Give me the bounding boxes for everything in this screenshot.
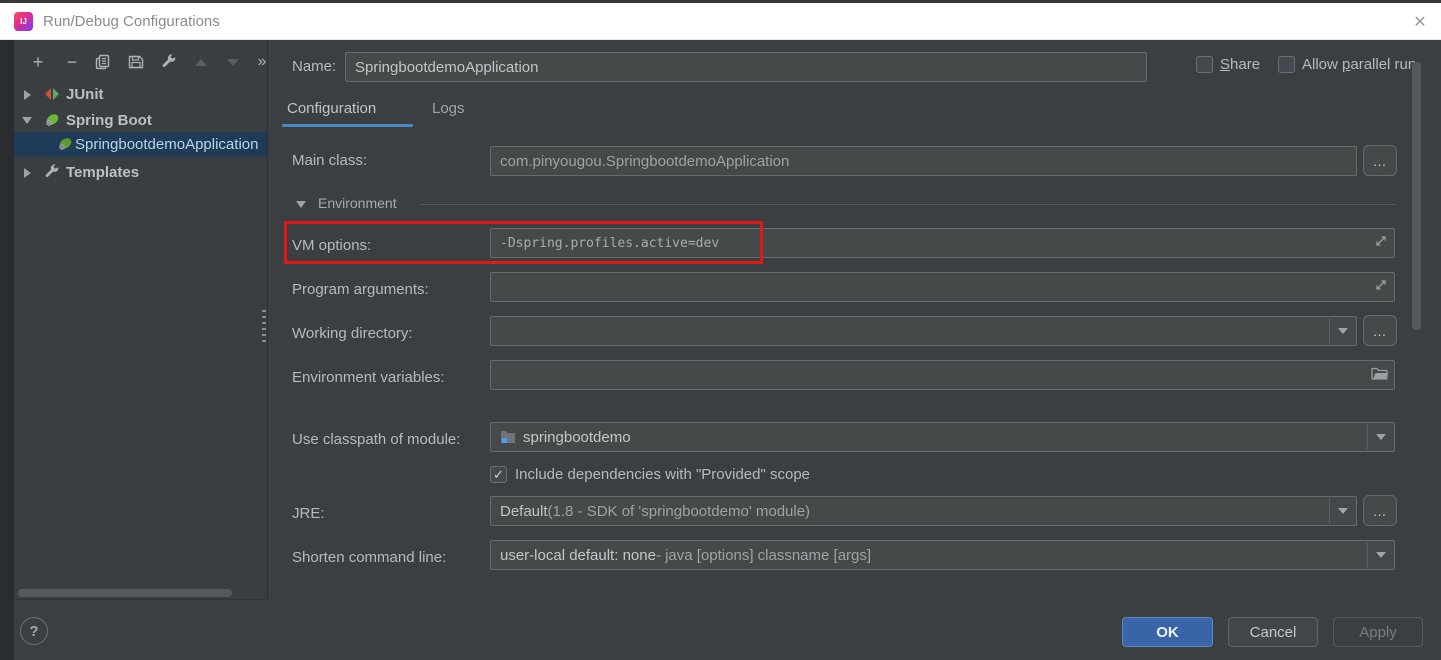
tree-item-junit[interactable]: JUnit	[14, 82, 268, 107]
tab-configuration[interactable]: Configuration	[287, 100, 376, 117]
form-vertical-scrollbar[interactable]	[1412, 62, 1421, 330]
main-class-label: Main class:	[292, 152, 367, 169]
classpath-module-label: Use classpath of module:	[292, 431, 460, 448]
close-icon[interactable]: ✕	[1409, 11, 1431, 33]
working-directory-combobox[interactable]	[490, 316, 1357, 346]
allow-parallel-run-checkbox-group[interactable]: Allow parallel run	[1278, 56, 1416, 73]
dropdown-arrow-icon[interactable]	[1329, 318, 1355, 344]
shorten-command-line-combobox[interactable]: user-local default: none - java [options…	[490, 540, 1395, 570]
allow-parallel-run-label: Allow parallel run	[1302, 56, 1416, 73]
active-tab-indicator	[282, 124, 413, 127]
allow-parallel-run-checkbox[interactable]	[1278, 56, 1295, 73]
environment-section-collapse-icon[interactable]	[296, 201, 306, 208]
panel-splitter-handle[interactable]	[262, 310, 266, 344]
configuration-editor-panel: Name: SpringbootdemoApplication Share Al…	[268, 40, 1441, 660]
dialog-body: + − » JUnit	[0, 40, 1441, 660]
cancel-button[interactable]: Cancel	[1228, 617, 1318, 647]
copy-configuration-icon[interactable]	[91, 50, 115, 74]
move-down-icon	[221, 50, 245, 74]
save-configuration-icon[interactable]	[124, 50, 148, 74]
collapse-icon[interactable]	[22, 117, 32, 124]
module-icon	[500, 430, 516, 444]
tree-item-springbootdemo-application[interactable]: SpringbootdemoApplication	[14, 132, 268, 157]
apply-button: Apply	[1333, 617, 1423, 647]
working-directory-browse-button[interactable]: …	[1363, 315, 1397, 346]
edit-templates-wrench-icon[interactable]	[157, 50, 181, 74]
provided-scope-label: Include dependencies with "Provided" sco…	[515, 466, 810, 483]
environment-section-divider	[420, 204, 1395, 205]
shorten-command-line-label: Shorten command line:	[292, 549, 446, 566]
intellij-logo-icon: IJ	[14, 12, 33, 31]
spring-boot-icon	[44, 112, 60, 133]
jre-browse-button[interactable]: …	[1363, 495, 1397, 526]
environment-variables-label: Environment variables:	[292, 369, 445, 386]
provided-scope-checkbox[interactable]: ✓	[490, 466, 507, 483]
tree-horizontal-scrollbar[interactable]	[18, 589, 232, 597]
tree-item-templates[interactable]: Templates	[14, 160, 268, 185]
more-actions-icon[interactable]: »	[250, 50, 268, 74]
share-label: Share	[1220, 56, 1260, 73]
move-up-icon	[189, 50, 213, 74]
junit-icon	[44, 86, 60, 107]
main-class-browse-button[interactable]: …	[1363, 145, 1397, 176]
classpath-module-combobox[interactable]: springbootdemo	[490, 422, 1395, 452]
tab-logs[interactable]: Logs	[432, 100, 465, 117]
working-directory-label: Working directory:	[292, 325, 413, 342]
window-title: Run/Debug Configurations	[43, 13, 220, 30]
wrench-icon	[44, 164, 60, 185]
expand-icon[interactable]	[24, 168, 31, 178]
dropdown-arrow-icon[interactable]	[1367, 542, 1393, 568]
dropdown-arrow-icon[interactable]	[1367, 424, 1393, 450]
program-arguments-input[interactable]	[490, 272, 1395, 302]
jre-combobox[interactable]: Default (1.8 - SDK of 'springbootdemo' m…	[490, 496, 1357, 526]
program-arguments-label: Program arguments:	[292, 281, 429, 298]
provided-scope-checkbox-group[interactable]: ✓ Include dependencies with "Provided" s…	[490, 466, 810, 483]
vm-options-label: VM options:	[292, 237, 371, 254]
help-button[interactable]: ?	[20, 617, 48, 645]
add-configuration-button[interactable]: +	[26, 50, 50, 74]
expand-icon[interactable]	[24, 90, 31, 100]
remove-configuration-button[interactable]: −	[60, 50, 84, 74]
share-checkbox[interactable]	[1196, 56, 1213, 73]
configurations-tree-panel: + − » JUnit	[14, 40, 268, 600]
main-class-input[interactable]: com.pinyougou.SpringbootdemoApplication	[490, 146, 1357, 176]
ok-button[interactable]: OK	[1122, 617, 1213, 647]
folder-browse-icon[interactable]	[1371, 366, 1388, 384]
run-debug-configurations-dialog: IJ Run/Debug Configurations ✕ + − »	[0, 0, 1441, 660]
environment-variables-input[interactable]	[490, 360, 1395, 390]
expand-field-icon[interactable]	[1374, 234, 1388, 252]
dropdown-arrow-icon[interactable]	[1329, 498, 1355, 524]
tree-item-spring-boot[interactable]: Spring Boot	[14, 108, 268, 133]
spring-boot-icon	[57, 136, 73, 157]
name-input[interactable]: SpringbootdemoApplication	[345, 52, 1147, 82]
vm-options-input[interactable]: -Dspring.profiles.active=dev	[490, 228, 1395, 258]
share-checkbox-group[interactable]: Share	[1196, 56, 1260, 73]
left-edge-strip	[0, 40, 14, 660]
jre-label: JRE:	[292, 505, 325, 522]
name-label: Name:	[292, 58, 336, 75]
environment-section-label: Environment	[318, 195, 397, 211]
titlebar: IJ Run/Debug Configurations ✕	[0, 3, 1441, 40]
expand-field-icon[interactable]	[1374, 278, 1388, 296]
